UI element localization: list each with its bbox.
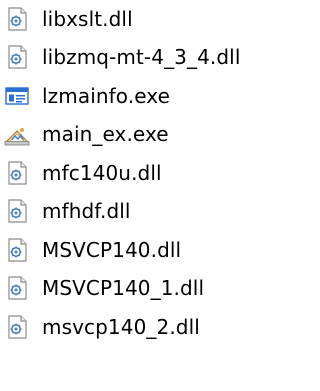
file-row-msvcp140-2[interactable]: msvcp140_2.dll: [0, 308, 286, 346]
file-row-mfhdf[interactable]: mfhdf.dll: [0, 192, 286, 230]
file-row-msvcp140-1[interactable]: MSVCP140_1.dll: [0, 269, 286, 307]
dll-file-icon: [3, 197, 31, 225]
dll-file-icon: [3, 5, 31, 33]
dll-file-icon: [3, 159, 31, 187]
file-name: libzmq-mt-4_3_4.dll: [42, 45, 241, 69]
file-name: mfc140u.dll: [42, 161, 162, 185]
dll-file-icon: [3, 236, 31, 264]
file-name: MSVCP140.dll: [42, 238, 182, 262]
file-name: libxslt.dll: [42, 7, 133, 31]
file-row-mfc140u[interactable]: mfc140u.dll: [0, 154, 286, 192]
file-name: msvcp140_2.dll: [42, 315, 200, 339]
file-row-main-ex[interactable]: main_ex.exe: [0, 115, 286, 153]
file-list: libxslt.dll libzmq-mt-4_3_4.dll lzmainfo…: [0, 0, 286, 391]
file-row-msvcp140[interactable]: MSVCP140.dll: [0, 231, 286, 269]
file-name: MSVCP140_1.dll: [42, 276, 205, 300]
file-name: mfhdf.dll: [42, 199, 131, 223]
file-name: lzmainfo.exe: [42, 84, 170, 108]
file-row-libzmq[interactable]: libzmq-mt-4_3_4.dll: [0, 38, 286, 76]
file-row-lzmainfo[interactable]: lzmainfo.exe: [0, 77, 286, 115]
dll-file-icon: [3, 274, 31, 302]
dll-file-icon: [3, 313, 31, 341]
exe-app-icon: [3, 120, 31, 148]
exe-window-icon: [3, 82, 31, 110]
file-name: main_ex.exe: [42, 122, 169, 146]
dll-file-icon: [3, 43, 31, 71]
file-row-libxslt[interactable]: libxslt.dll: [0, 0, 286, 38]
